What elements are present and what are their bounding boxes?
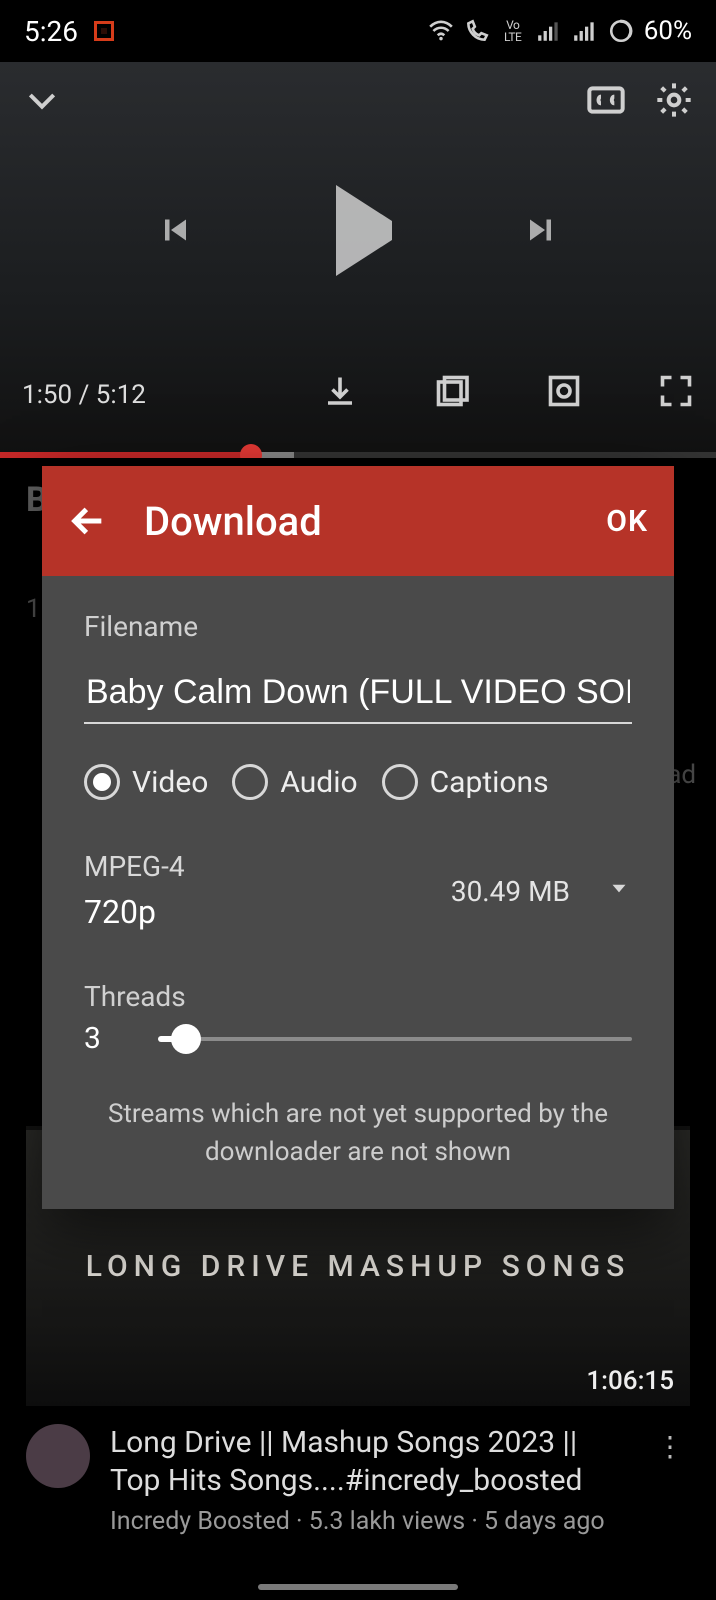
radio-video[interactable]: Video — [84, 764, 208, 800]
collapse-icon[interactable] — [22, 80, 62, 124]
settings-gear-icon[interactable] — [654, 80, 694, 124]
format-size: 30.49 MB — [451, 875, 570, 908]
background-play-icon[interactable] — [546, 373, 582, 416]
radio-captions-indicator — [382, 764, 418, 800]
thumbnail-text: LONG DRIVE MASHUP SONGS — [86, 1249, 631, 1284]
dropdown-icon[interactable] — [606, 875, 632, 908]
format-resolution: 720p — [84, 888, 185, 936]
dialog-ok-button[interactable]: OK — [606, 504, 648, 539]
dialog-note: Streams which are not yet supported by t… — [84, 1096, 632, 1171]
threads-slider[interactable] — [158, 1023, 632, 1055]
screen-record-icon — [94, 21, 114, 41]
radio-audio[interactable]: Audio — [232, 764, 357, 800]
video-card-more-icon[interactable]: ⋮ — [650, 1424, 690, 1469]
threads-label: Threads — [84, 980, 632, 1013]
thumbnail-duration: 1:06:15 — [580, 1364, 680, 1398]
captions-icon[interactable] — [586, 80, 626, 124]
radio-audio-label: Audio — [280, 765, 357, 800]
video-card-title[interactable]: Long Drive || Mashup Songs 2023 || Top H… — [110, 1424, 630, 1499]
channel-avatar[interactable] — [26, 1424, 90, 1488]
filename-label: Filename — [84, 610, 632, 643]
popup-player-icon[interactable] — [434, 373, 470, 416]
threads-value: 3 — [84, 1021, 114, 1056]
download-dialog: Download OK Filename Video Audio Caption… — [42, 466, 674, 1209]
video-player[interactable]: 1:50 / 5:12 — [0, 62, 716, 458]
download-icon[interactable] — [322, 373, 358, 416]
radio-video-indicator — [84, 764, 120, 800]
battery-percent: 60% — [644, 16, 692, 46]
dialog-header: Download OK — [42, 466, 674, 576]
signal-1-icon — [536, 18, 562, 44]
status-bar: 5:26 VoLTE 60% — [0, 0, 716, 62]
wifi-icon — [428, 18, 454, 44]
video-card-subtitle: Incredy Boosted · 5.3 lakh views · 5 day… — [110, 1507, 630, 1536]
player-current-time: 1:50 — [22, 380, 72, 410]
status-time: 5:26 — [24, 15, 78, 48]
fullscreen-icon[interactable] — [658, 373, 694, 416]
filename-input[interactable] — [84, 669, 632, 724]
player-duration: 5:12 — [96, 380, 146, 410]
stream-type-radios: Video Audio Captions — [84, 764, 632, 800]
previous-track-button[interactable] — [156, 212, 192, 248]
wifi-calling-icon — [464, 18, 490, 44]
player-time-separator: / — [72, 380, 96, 410]
volte-icon: VoLTE — [500, 18, 526, 44]
radio-video-label: Video — [132, 765, 208, 800]
next-track-button[interactable] — [524, 212, 560, 248]
format-container: MPEG-4 — [84, 846, 185, 888]
radio-captions-label: Captions — [430, 765, 549, 800]
battery-ring-icon — [608, 18, 634, 44]
signal-2-icon — [572, 18, 598, 44]
format-selector[interactable]: MPEG-4 720p 30.49 MB — [84, 846, 632, 936]
radio-audio-indicator — [232, 764, 268, 800]
progress-thumb[interactable] — [240, 444, 262, 458]
radio-captions[interactable]: Captions — [382, 764, 549, 800]
slider-thumb[interactable] — [171, 1024, 201, 1054]
play-button[interactable] — [324, 221, 392, 240]
dialog-title: Download — [144, 498, 322, 545]
dialog-back-icon[interactable] — [68, 501, 108, 541]
gesture-nav-indicator — [258, 1584, 458, 1590]
